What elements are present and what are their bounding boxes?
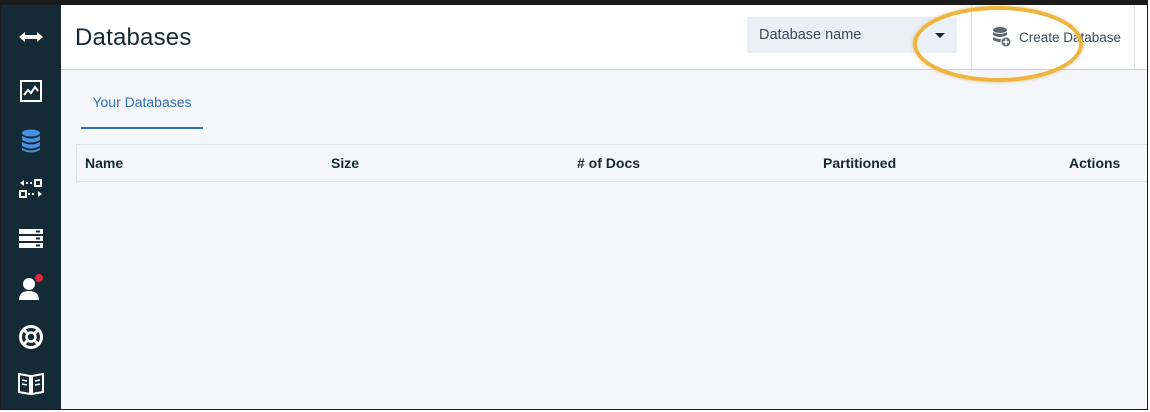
caret-down-icon bbox=[935, 33, 945, 38]
database-icon bbox=[22, 129, 40, 153]
create-database-label: Create Database bbox=[1019, 29, 1122, 45]
column-header-name[interactable]: Name bbox=[85, 155, 123, 171]
sidebar-item-user[interactable] bbox=[1, 265, 61, 309]
database-name-select[interactable]: Database name bbox=[747, 17, 957, 53]
databases-table-header: Name Size # of Docs Partitioned Actions bbox=[76, 144, 1147, 182]
main-content: Databases Database name Create Database … bbox=[61, 5, 1147, 409]
column-header-docs[interactable]: # of Docs bbox=[577, 155, 640, 171]
sidebar-item-help[interactable] bbox=[1, 315, 61, 359]
sidebar bbox=[1, 5, 61, 409]
user-icon bbox=[19, 274, 43, 300]
sidebar-item-replication[interactable] bbox=[1, 167, 61, 211]
add-database-icon bbox=[993, 27, 1012, 48]
help-lifebuoy-icon bbox=[19, 325, 43, 349]
notification-dot bbox=[35, 274, 43, 282]
database-name-placeholder: Database name bbox=[759, 27, 862, 43]
top-bar: Databases Database name Create Database bbox=[61, 5, 1147, 70]
sidebar-item-databases[interactable] bbox=[1, 119, 61, 163]
column-header-size[interactable]: Size bbox=[331, 155, 359, 171]
server-icon bbox=[19, 229, 43, 248]
expand-arrows-icon bbox=[19, 32, 43, 42]
tab-your-databases[interactable]: Your Databases bbox=[81, 87, 203, 129]
sidebar-item-activity[interactable] bbox=[1, 69, 61, 113]
sidebar-item-server[interactable] bbox=[1, 217, 61, 261]
column-header-actions: Actions bbox=[1069, 155, 1121, 171]
app-window: Databases Database name Create Database … bbox=[0, 0, 1148, 410]
column-header-partitioned[interactable]: Partitioned bbox=[823, 155, 896, 171]
sidebar-item-toggle[interactable] bbox=[1, 15, 61, 59]
page-title: Databases bbox=[75, 24, 192, 51]
create-database-button[interactable]: Create Database bbox=[971, 5, 1135, 69]
activity-chart-icon bbox=[20, 80, 42, 102]
sidebar-item-docs[interactable] bbox=[1, 361, 61, 405]
replication-icon bbox=[19, 179, 42, 198]
documentation-book-icon bbox=[18, 372, 44, 395]
